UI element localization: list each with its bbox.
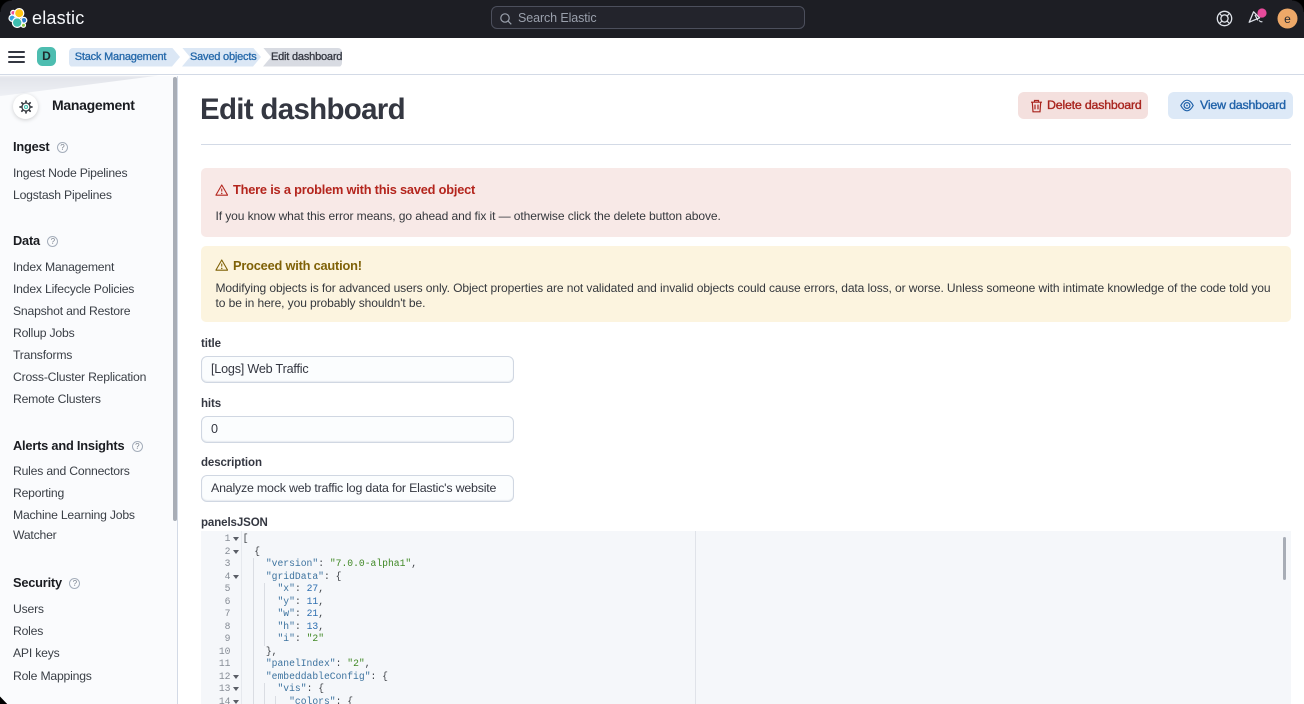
svg-text:e: e: [1284, 12, 1291, 26]
